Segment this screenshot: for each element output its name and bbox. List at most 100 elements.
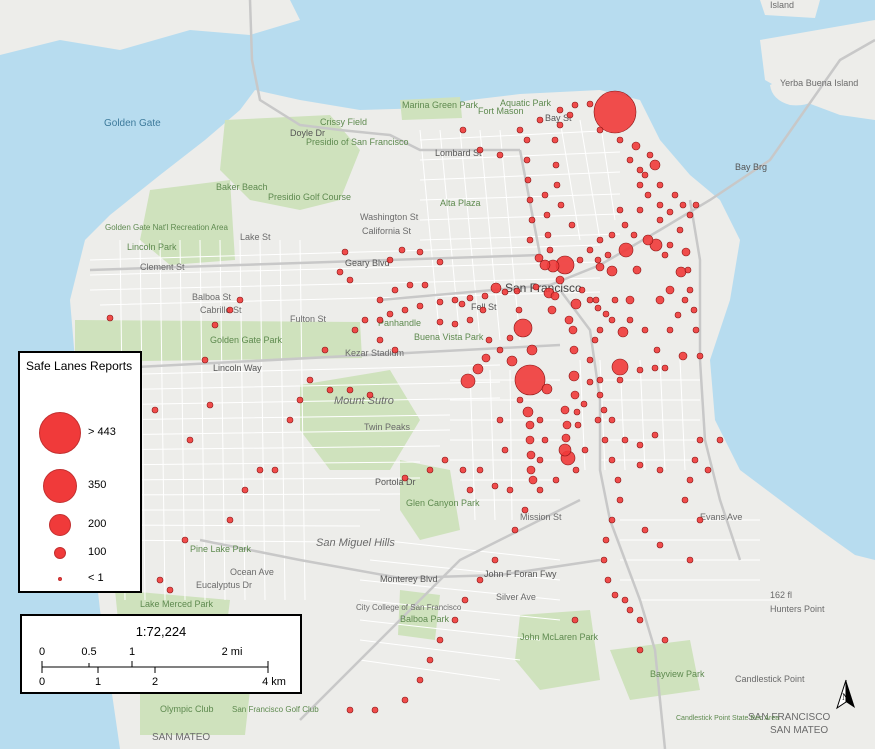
report-point[interactable] [594,416,602,424]
report-point[interactable] [671,191,679,199]
report-point[interactable] [586,246,594,254]
report-point[interactable] [661,364,669,372]
report-point[interactable] [568,325,578,335]
report-point[interactable] [617,326,629,338]
report-point[interactable] [526,465,536,475]
report-point[interactable] [547,305,557,315]
report-point[interactable] [646,151,654,159]
report-point[interactable] [651,431,659,439]
report-point[interactable] [526,196,534,204]
report-point[interactable] [398,246,406,254]
report-point[interactable] [651,364,659,372]
report-point[interactable] [226,306,234,314]
report-point[interactable] [606,265,618,277]
report-point[interactable] [286,416,294,424]
report-point[interactable] [608,456,616,464]
report-point[interactable] [551,136,559,144]
report-point[interactable] [686,286,694,294]
report-point[interactable] [416,302,424,310]
report-point[interactable] [526,236,534,244]
report-point[interactable] [666,326,674,334]
report-point[interactable] [346,276,354,284]
report-point[interactable] [459,126,467,134]
report-point[interactable] [458,300,466,308]
report-point[interactable] [326,386,334,394]
report-point[interactable] [546,246,554,254]
report-point[interactable] [541,383,553,395]
report-point[interactable] [557,201,565,209]
report-point[interactable] [506,355,518,367]
report-point[interactable] [521,506,529,514]
report-point[interactable] [525,435,535,445]
report-point[interactable] [656,216,664,224]
report-point[interactable] [636,366,644,374]
report-point[interactable] [361,316,369,324]
report-point[interactable] [704,466,712,474]
report-point[interactable] [626,156,634,164]
report-point[interactable] [631,141,641,151]
report-point[interactable] [525,420,535,430]
report-point[interactable] [506,334,514,342]
report-point[interactable] [451,296,459,304]
report-point[interactable] [528,216,536,224]
report-point[interactable] [451,320,459,328]
report-point[interactable] [618,242,634,258]
report-point[interactable] [716,436,724,444]
report-point[interactable] [562,420,572,430]
report-point[interactable] [572,466,580,474]
report-point[interactable] [686,476,694,484]
report-point[interactable] [560,405,570,415]
report-point[interactable] [611,358,629,376]
report-point[interactable] [564,315,574,325]
report-point[interactable] [594,304,602,312]
report-point[interactable] [481,353,491,363]
report-point[interactable] [346,386,354,394]
report-point[interactable] [416,676,424,684]
report-point[interactable] [436,636,444,644]
report-point[interactable] [616,376,624,384]
report-point[interactable] [684,266,692,274]
report-point[interactable] [391,346,399,354]
report-point[interactable] [490,282,502,294]
report-point[interactable] [568,221,576,229]
report-point[interactable] [576,256,584,264]
report-point[interactable] [401,306,409,314]
report-point[interactable] [653,346,661,354]
report-point[interactable] [636,461,644,469]
report-point[interactable] [692,326,700,334]
report-point[interactable] [426,466,434,474]
report-point[interactable] [696,436,704,444]
report-point[interactable] [513,287,521,295]
report-point[interactable] [602,310,610,318]
report-point[interactable] [241,486,249,494]
report-point[interactable] [201,356,209,364]
report-point[interactable] [621,436,629,444]
report-point[interactable] [501,288,509,296]
report-point[interactable] [401,696,409,704]
report-point[interactable] [186,436,194,444]
report-point[interactable] [461,596,469,604]
report-point[interactable] [580,400,588,408]
report-point[interactable] [596,391,604,399]
report-point[interactable] [594,256,602,264]
report-point[interactable] [586,378,594,386]
report-point[interactable] [691,456,699,464]
report-point[interactable] [596,326,604,334]
report-point[interactable] [523,156,531,164]
report-point[interactable] [506,486,514,494]
report-point[interactable] [256,466,264,474]
report-point[interactable] [211,321,219,329]
report-point[interactable] [586,356,594,364]
report-point[interactable] [552,161,560,169]
report-point[interactable] [296,396,304,404]
report-point[interactable] [676,226,684,234]
report-point[interactable] [573,408,581,416]
report-point[interactable] [665,285,675,295]
report-point[interactable] [636,441,644,449]
report-point[interactable] [479,306,487,314]
report-point[interactable] [496,151,504,159]
report-point[interactable] [206,401,214,409]
report-point[interactable] [626,606,634,614]
report-point[interactable] [568,370,580,382]
report-point[interactable] [571,101,579,109]
